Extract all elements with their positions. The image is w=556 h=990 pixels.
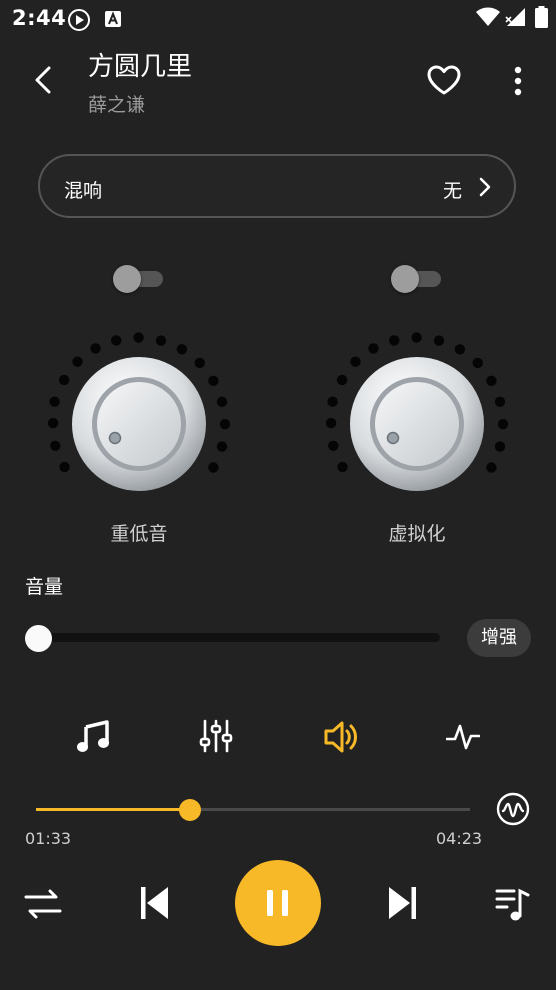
music-note-icon[interactable] bbox=[74, 718, 112, 756]
bass-toggle[interactable] bbox=[113, 265, 165, 293]
playlist-icon[interactable] bbox=[494, 886, 530, 922]
pulse-icon[interactable] bbox=[446, 722, 480, 752]
favorite-heart-icon[interactable] bbox=[426, 64, 462, 96]
previous-track-icon[interactable] bbox=[139, 884, 171, 922]
chevron-right-icon bbox=[479, 177, 491, 197]
next-track-icon[interactable] bbox=[386, 884, 418, 922]
back-icon[interactable] bbox=[28, 62, 58, 98]
song-title: 方圆几里 bbox=[88, 52, 193, 82]
wifi-icon bbox=[476, 7, 500, 26]
boost-button[interactable]: 增强 bbox=[467, 619, 531, 657]
audio-wave-icon[interactable] bbox=[496, 792, 530, 826]
virtualizer-knob[interactable] bbox=[317, 324, 517, 524]
reverb-value: 无 bbox=[442, 180, 462, 202]
elapsed-time: 01:33 bbox=[25, 829, 72, 848]
more-options-icon[interactable] bbox=[510, 66, 526, 96]
media-app-icon bbox=[68, 9, 90, 31]
progress-thumb[interactable] bbox=[178, 799, 201, 821]
equalizer-icon[interactable] bbox=[199, 718, 233, 754]
virtualizer-label: 虚拟化 bbox=[388, 523, 446, 545]
cell-signal-icon bbox=[505, 8, 525, 26]
reverb-label: 混响 bbox=[64, 180, 103, 202]
reverb-selector[interactable]: 混响 无 bbox=[38, 154, 516, 218]
artist-name: 薛之谦 bbox=[88, 94, 146, 116]
bass-knob[interactable] bbox=[39, 324, 239, 524]
volume-slider-thumb[interactable] bbox=[25, 625, 52, 652]
pause-button[interactable] bbox=[235, 860, 321, 946]
status-time: 2:44 bbox=[12, 6, 67, 30]
volume-label: 音量 bbox=[25, 576, 64, 598]
volume-slider-track[interactable] bbox=[28, 633, 440, 642]
progress-fill bbox=[36, 808, 190, 811]
shuffle-mode-icon[interactable] bbox=[24, 886, 62, 922]
virtualizer-toggle[interactable] bbox=[391, 265, 443, 293]
keyboard-notification-icon bbox=[105, 11, 121, 27]
bass-label: 重低音 bbox=[110, 523, 168, 545]
total-time: 04:23 bbox=[436, 829, 483, 848]
battery-icon bbox=[535, 6, 548, 28]
speaker-icon[interactable] bbox=[322, 718, 360, 756]
pause-icon bbox=[267, 890, 288, 916]
